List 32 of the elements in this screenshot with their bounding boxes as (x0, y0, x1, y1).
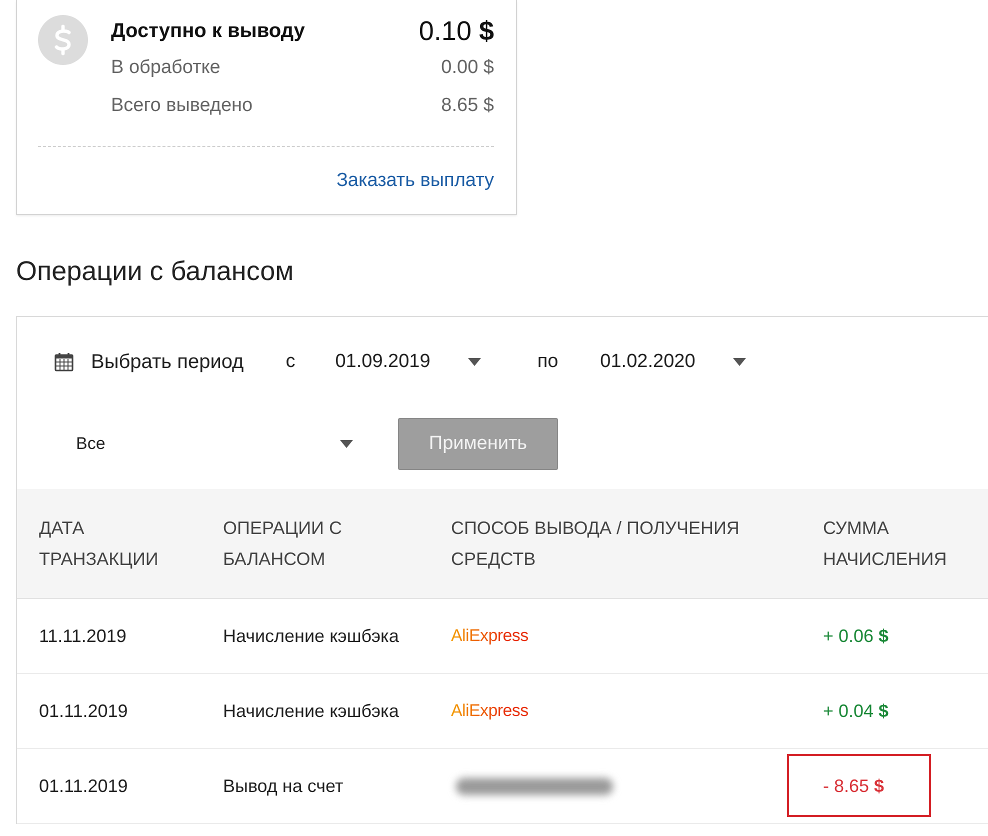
caret-icon (733, 358, 746, 366)
from-label: с (286, 350, 296, 374)
to-label: по (537, 350, 558, 374)
balance-amount: 0.10 $ (418, 14, 494, 48)
operation-text: Начисление кэшбэка (223, 626, 399, 646)
section-title: Операции с балансом (16, 255, 295, 288)
date-text: 01.11.2019 (39, 700, 128, 720)
period-label: Выбрать период (91, 350, 244, 375)
date-text: 11.11.2019 (39, 626, 126, 646)
balance-label: В обработке (111, 56, 220, 80)
balance-label: Доступно к выводу (111, 18, 305, 44)
amount-text: + 0.06 $ (823, 626, 889, 646)
calendar-icon (54, 352, 74, 372)
date-to-dropdown[interactable]: 01.02.2020 (600, 348, 746, 376)
operation-type-dropdown[interactable]: Все (60, 424, 360, 464)
caret-icon (468, 358, 482, 366)
amount-text: - 8.65 $ (823, 776, 884, 796)
amount-text: + 0.04 $ (823, 700, 889, 720)
date-text: 01.11.2019 (39, 776, 128, 796)
date-from-dropdown[interactable]: 01.09.2019 (335, 348, 482, 376)
operation-text: Вывод на счет (223, 776, 344, 796)
request-payout-link[interactable]: Заказать выплату (336, 166, 494, 195)
balance-amount: 0.00 $ (441, 56, 494, 80)
dollar-coin-icon (38, 15, 88, 65)
caret-icon (340, 440, 353, 448)
operation-text: Начисление кэшбэка (223, 700, 399, 720)
column-header: СПОСОБ ВЫВОДА / ПОЛУЧЕНИЯ СРЕДСТВ (451, 516, 740, 571)
balance-amount: 8.65 $ (441, 94, 494, 118)
column-header: СУММА НАЧИСЛЕНИЯ (823, 516, 948, 570)
balance-label: Всего выведено (111, 94, 253, 118)
column-header: ДАТА ТРАНЗАКЦИИ (39, 516, 160, 571)
column-header: ОПЕРАЦИИ С БАЛАНСОМ (223, 516, 343, 570)
